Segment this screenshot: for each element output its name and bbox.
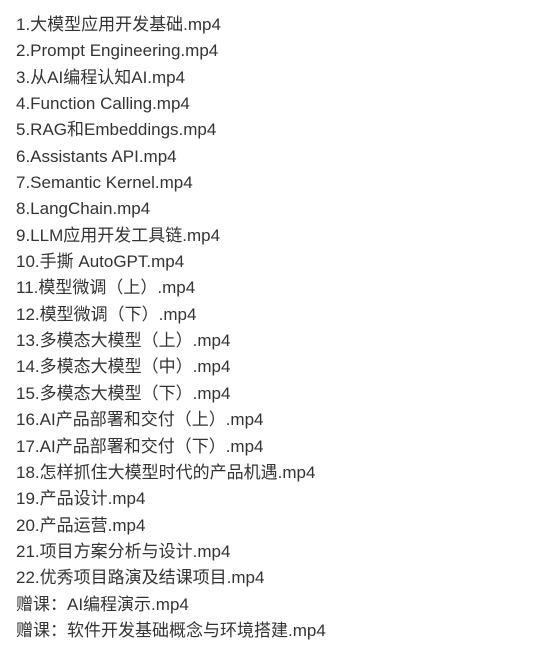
- list-item: 18.怎样抓住大模型时代的产品机遇.mp4: [16, 460, 520, 486]
- list-item: 9.LLM应用开发工具链.mp4: [16, 223, 520, 249]
- list-item: 20.产品运营.mp4: [16, 513, 520, 539]
- list-item: 1.大模型应用开发基础.mp4: [16, 12, 520, 38]
- list-item: 3.从AI编程认知AI.mp4: [16, 65, 520, 91]
- list-item: 4.Function Calling.mp4: [16, 91, 520, 117]
- list-item: 19.产品设计.mp4: [16, 486, 520, 512]
- list-item: 8.LangChain.mp4: [16, 196, 520, 222]
- list-item: 11.模型微调（上）.mp4: [16, 275, 520, 301]
- list-item: 赠课：软件开发基础概念与环境搭建.mp4: [16, 618, 520, 644]
- list-item: 21.项目方案分析与设计.mp4: [16, 539, 520, 565]
- list-item: 15.多模态大模型（下）.mp4: [16, 381, 520, 407]
- list-item: 赠课：AI编程演示.mp4: [16, 592, 520, 618]
- file-list: 1.大模型应用开发基础.mp4 2.Prompt Engineering.mp4…: [16, 12, 520, 644]
- list-item: 5.RAG和Embeddings.mp4: [16, 117, 520, 143]
- list-item: 16.AI产品部署和交付（上）.mp4: [16, 407, 520, 433]
- list-item: 7.Semantic Kernel.mp4: [16, 170, 520, 196]
- list-item: 22.优秀项目路演及结课项目.mp4: [16, 565, 520, 591]
- list-item: 13.多模态大模型（上）.mp4: [16, 328, 520, 354]
- list-item: 2.Prompt Engineering.mp4: [16, 38, 520, 64]
- list-item: 10.手撕 AutoGPT.mp4: [16, 249, 520, 275]
- list-item: 14.多模态大模型（中）.mp4: [16, 354, 520, 380]
- list-item: 17.AI产品部署和交付（下）.mp4: [16, 434, 520, 460]
- list-item: 6.Assistants API.mp4: [16, 144, 520, 170]
- list-item: 12.模型微调（下）.mp4: [16, 302, 520, 328]
